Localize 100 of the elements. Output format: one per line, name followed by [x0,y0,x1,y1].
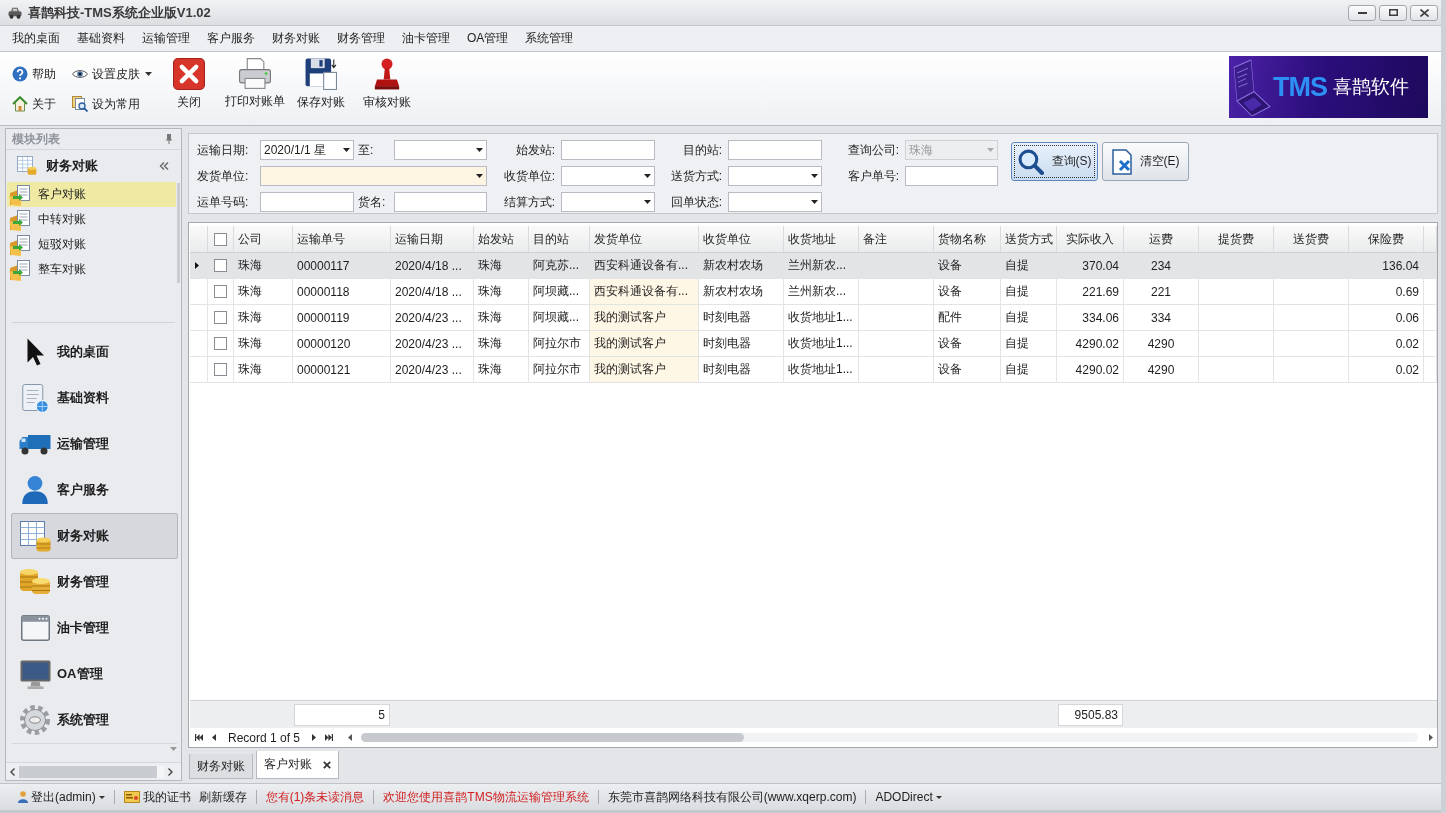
nav-item[interactable]: 油卡管理 [11,605,178,651]
document-tab[interactable]: 财务对账 [189,754,253,779]
nav-item[interactable]: 基础资料 [11,375,178,421]
scrollbar-thumb[interactable] [361,733,745,742]
toolbar-button[interactable]: 审核对账 [356,58,418,111]
dropdown-field[interactable] [561,166,655,186]
column-header[interactable]: 运费 [1124,226,1199,252]
column-header[interactable]: 目的站 [529,226,590,252]
status-text[interactable]: 东莞市喜鹊网络科技有限公司(www.xqerp.com) [607,788,857,806]
status-message[interactable]: 您有(1)条未读消息 [265,788,365,806]
input-field[interactable] [394,192,487,212]
column-header[interactable]: 运输单号 [293,226,391,252]
previous-icon[interactable] [212,734,216,741]
nav-item[interactable]: 财务管理 [11,559,178,605]
nav-item[interactable]: 系统管理 [11,697,178,743]
nav-item[interactable]: OA管理 [11,651,178,697]
menu-item[interactable]: OA管理 [459,27,517,50]
nav-item[interactable]: 运输管理 [11,421,178,467]
sidebar-item[interactable]: 短驳对账 [7,232,176,257]
double-chevron-icon[interactable] [159,162,169,170]
column-header[interactable]: 送货方式 [1001,226,1057,252]
toolbar-button[interactable]: 设置皮肤 [72,63,152,85]
dropdown-field[interactable] [728,192,822,212]
column-header[interactable]: 送货费 [1274,226,1349,252]
row-checkbox[interactable] [214,337,227,350]
toolbar-button[interactable]: 关闭 [158,58,220,111]
scroll-left-icon[interactable] [348,734,353,741]
refresh-link[interactable]: 刷新缓存 [198,788,247,806]
sidebar-item[interactable]: 客户对账 [7,182,176,207]
column-header[interactable]: 保险费 [1349,226,1424,252]
input-field[interactable] [260,192,354,212]
table-cell: 珠海 [474,357,529,382]
table-row[interactable]: 珠海 00000118 2020/4/18 ... 珠海 阿坝藏... 西安科通设备有... 新农村农场 兰州新农... 设备 自提 221.69 221 0.69 [190,279,1437,305]
toolbar-button[interactable]: 设为常用 [72,93,140,115]
menu-item[interactable]: 我的桌面 [4,27,68,50]
dropdown-field[interactable] [561,192,655,212]
dropdown-field[interactable] [394,140,487,160]
column-header[interactable]: 货物名称 [934,226,1001,252]
scroll-down-icon[interactable] [170,747,177,751]
dropdown-field[interactable] [260,166,487,186]
menu-item[interactable]: 运输管理 [134,27,198,50]
dropdown-field[interactable]: 2020/1/1 星 [260,140,354,160]
scrollbar-thumb[interactable] [177,183,180,283]
toolbar-button[interactable]: 帮助 [12,63,56,85]
first-page-icon[interactable] [195,734,203,741]
column-header[interactable]: 发货单位 [590,226,699,252]
mode-menu[interactable]: ADODirect [875,790,942,804]
close-icon[interactable] [323,760,331,769]
table-row[interactable]: 珠海 00000119 2020/4/23 ... 珠海 阿坝藏... 我的测试客户 时刻电器 收货地址1... 配件 自提 334.06 334 0.06 [190,305,1437,331]
column-header[interactable]: 运输日期 [391,226,474,252]
column-header[interactable]: 始发站 [474,226,529,252]
logout-menu[interactable]: 登出(admin) [18,788,105,806]
nav-item[interactable]: 财务对账 [11,513,178,559]
column-header[interactable]: 提货费 [1199,226,1274,252]
column-header[interactable]: 公司 [234,226,293,252]
search-button[interactable]: 查询(S) [1011,142,1098,181]
input-field[interactable] [561,140,655,160]
menu-item[interactable]: 财务管理 [329,27,393,50]
toolbar-button[interactable]: 保存对账 [290,58,352,111]
row-checkbox[interactable] [214,363,227,376]
table-row[interactable]: 珠海 00000120 2020/4/23 ... 珠海 阿拉尔市 我的测试客户 时刻电器 收货地址1... 设备 自提 4290.02 4290 0.02 [190,331,1437,357]
column-header[interactable]: 收货地址 [784,226,859,252]
row-checkbox[interactable] [214,311,227,324]
toolbar-button[interactable]: 打印对账单 [224,58,286,111]
column-header[interactable]: 收货单位 [699,226,784,252]
nav-item[interactable]: 客户服务 [11,467,178,513]
menu-item[interactable]: 基础资料 [69,27,133,50]
sidebar-item[interactable]: 中转对账 [7,207,176,232]
pin-icon[interactable] [165,134,173,144]
menu-item[interactable]: 系统管理 [517,27,582,50]
status-message[interactable]: 欢迎您使用喜鹊TMS物流运输管理系统 [383,788,589,806]
next-icon[interactable] [312,734,317,741]
sidebar-item[interactable]: 整车对账 [7,257,176,282]
close-button[interactable] [1410,4,1438,21]
clear-button[interactable]: 清空(E) [1102,142,1189,181]
row-checkbox[interactable] [214,259,227,272]
select-all-checkbox[interactable] [214,232,227,246]
menu-item[interactable]: 客户服务 [199,27,263,50]
minimize-button[interactable] [1348,4,1376,21]
column-header[interactable]: 备注 [859,226,934,252]
certificate-button[interactable]: 我的证书 [123,788,191,806]
menu-item[interactable]: 油卡管理 [394,27,458,50]
table-row[interactable]: 珠海 00000121 2020/4/23 ... 珠海 阿拉尔市 我的测试客户 时刻电器 收货地址1... 设备 自提 4290.02 4290 0.02 [190,357,1437,383]
input-field[interactable] [905,166,998,186]
table-row[interactable]: 珠海 00000117 2020/4/18 ... 珠海 阿克苏... 西安科通设备有... 新农村农场 兰州新农... 设备 自提 370.04 234 136.04 [190,253,1437,279]
minimize-icon [1357,11,1367,14]
dropdown-field[interactable] [728,166,822,186]
last-page-icon[interactable] [325,734,334,741]
row-checkbox[interactable] [214,285,227,298]
maximize-button[interactable] [1379,4,1407,21]
input-field[interactable] [728,140,822,160]
scroll-right-icon[interactable] [168,767,173,776]
scrollbar-track[interactable] [361,733,1418,742]
column-header[interactable]: 实际收入 [1057,226,1124,252]
scroll-right-icon[interactable] [1429,734,1433,741]
nav-item[interactable]: 我的桌面 [11,329,178,375]
menu-item[interactable]: 财务对账 [264,27,328,50]
scroll-left-icon[interactable] [10,767,15,776]
document-tab[interactable]: 客户对账 [256,751,339,779]
toolbar-button[interactable]: 关于 [12,93,56,115]
